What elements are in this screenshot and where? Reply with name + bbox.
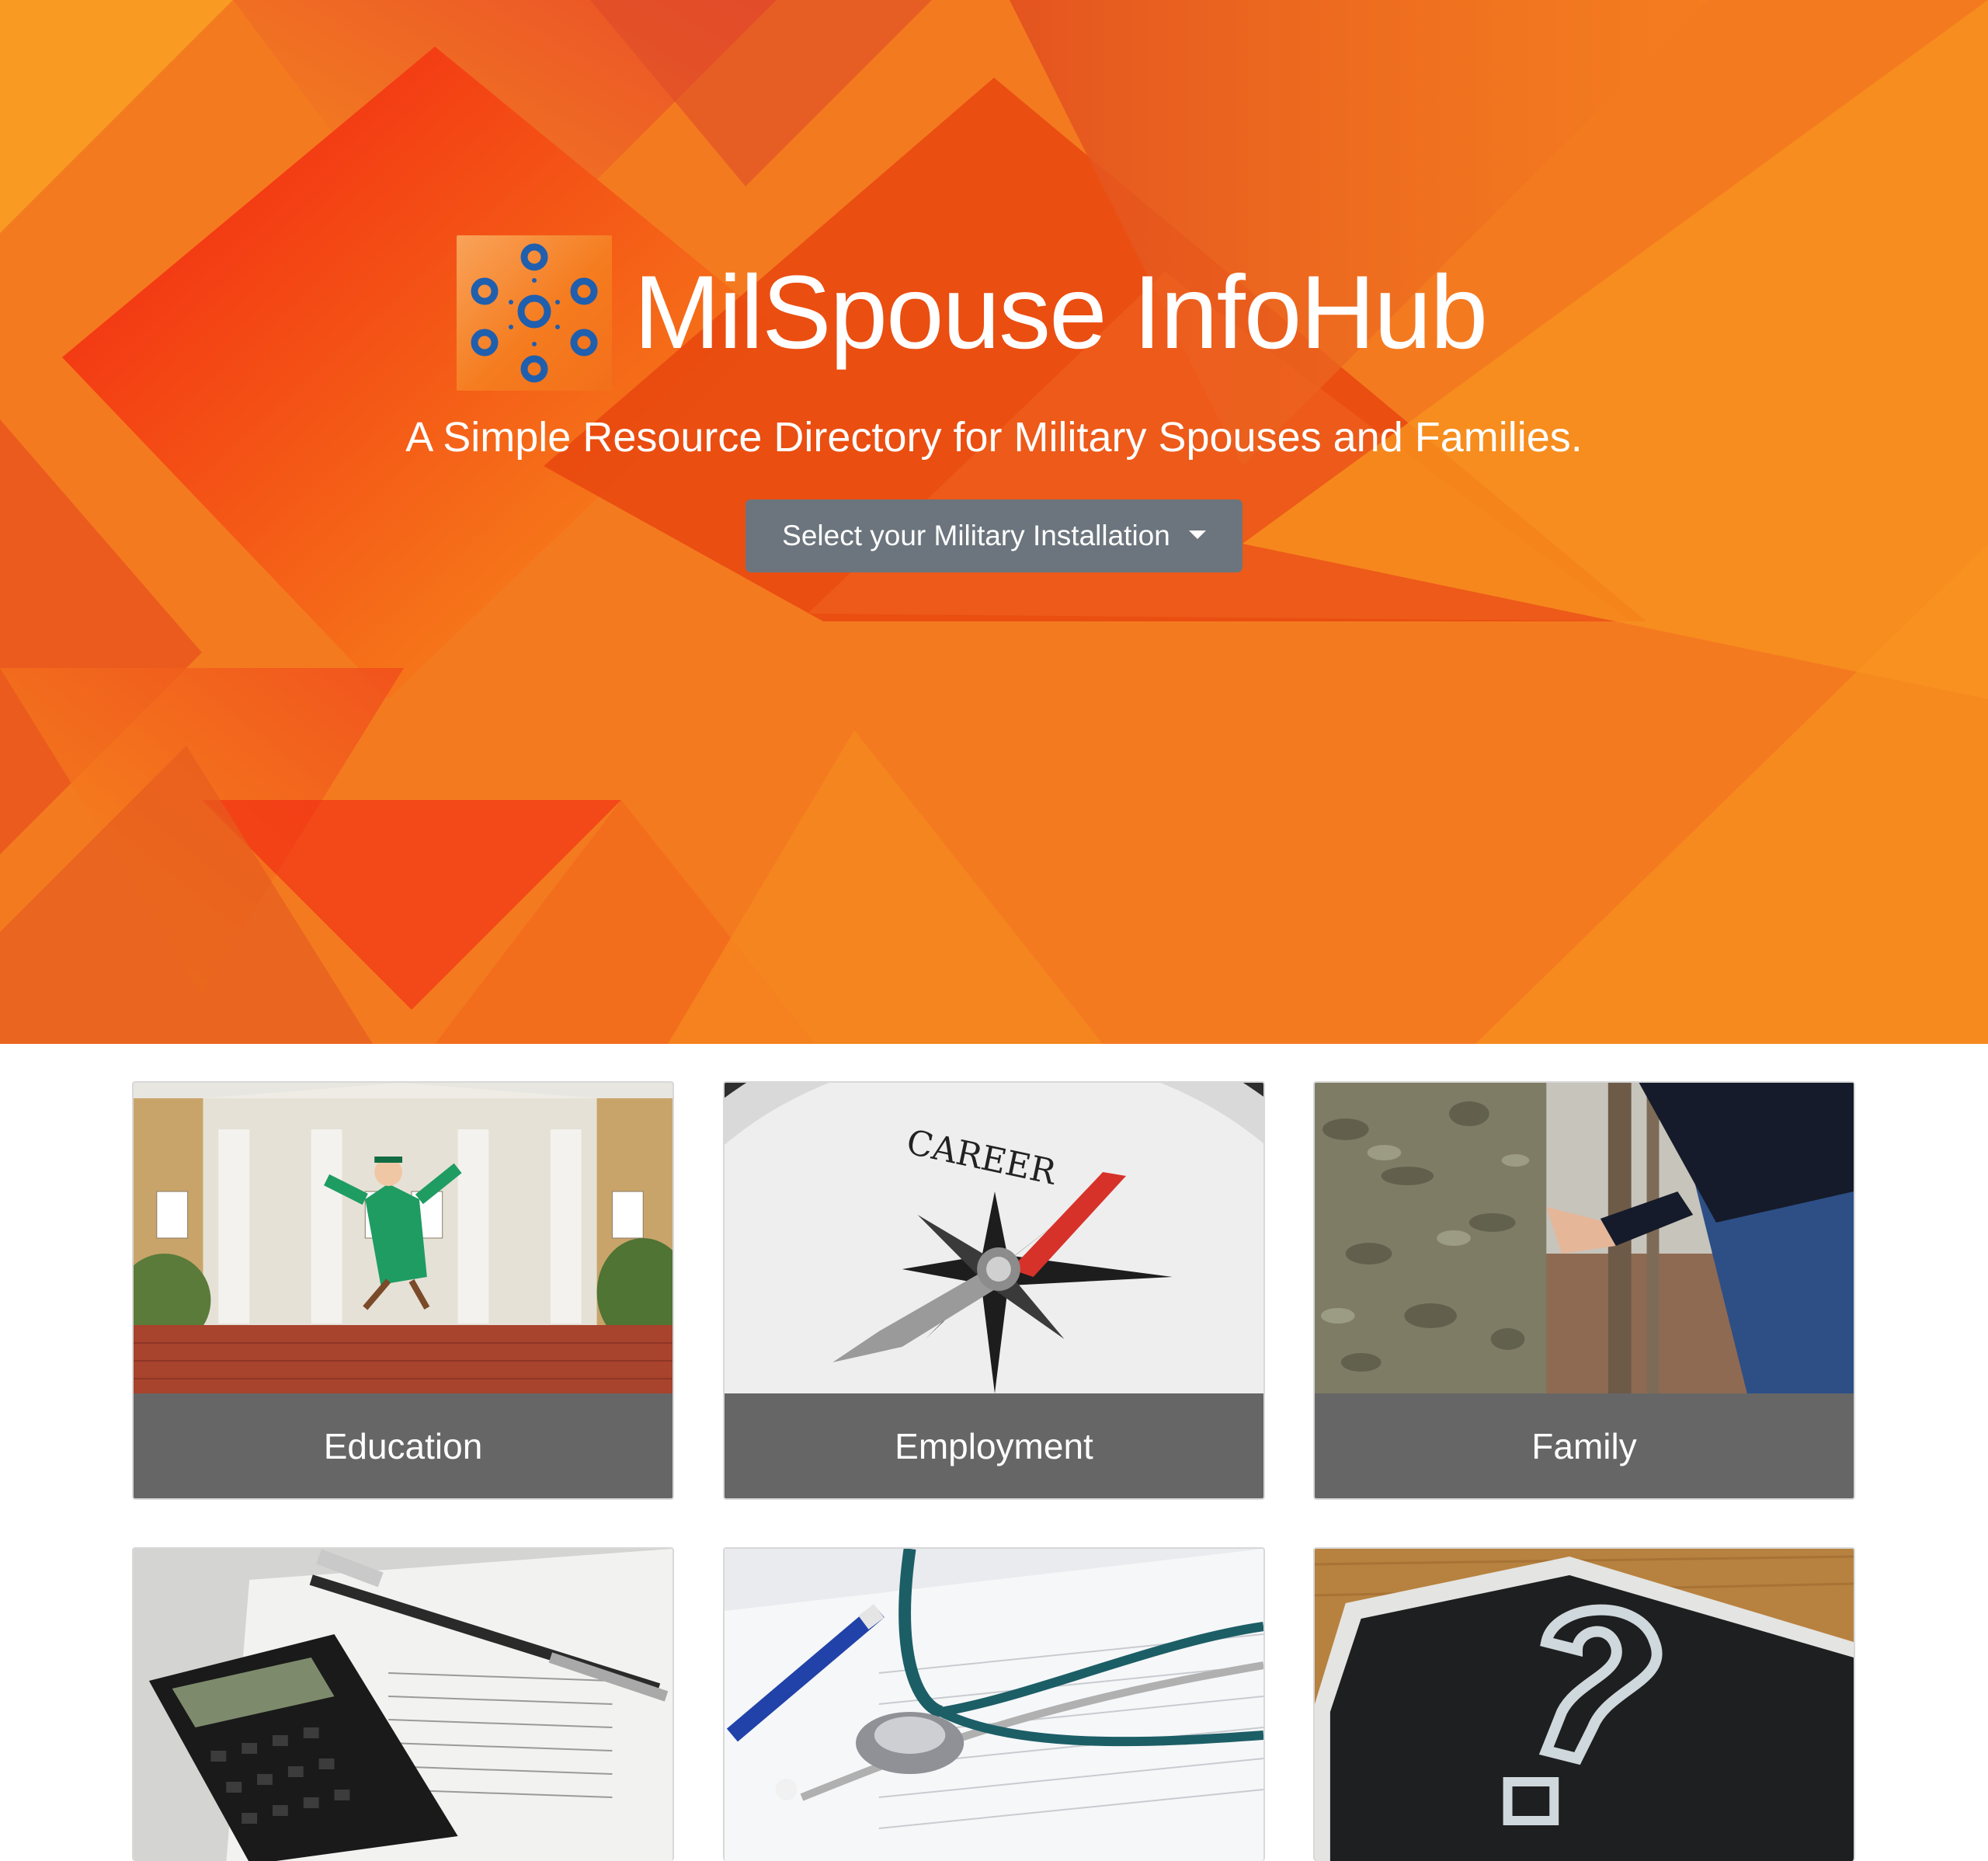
category-label: Family	[1315, 1393, 1854, 1498]
brand: MilSpouse InfoHub	[457, 235, 1488, 391]
category-card-other[interactable]	[1313, 1547, 1855, 1861]
category-card-health[interactable]	[723, 1547, 1265, 1861]
category-card-education[interactable]: Education	[132, 1081, 674, 1500]
installation-dropdown-label: Select your Military Installation	[782, 520, 1170, 551]
category-card-finance[interactable]	[132, 1547, 674, 1861]
category-card-employment[interactable]: CAREER Employment	[723, 1081, 1265, 1500]
network-nodes-icon	[471, 243, 598, 383]
category-label: Education	[134, 1393, 673, 1498]
infohub-logo-icon	[457, 235, 612, 391]
caret-down-icon	[1188, 530, 1206, 539]
category-card-family[interactable]: Family	[1313, 1081, 1855, 1500]
question-mark-chalkboard-photo	[1315, 1549, 1854, 1861]
hero-banner: MilSpouse InfoHub A Simple Resource Dire…	[0, 0, 1988, 1044]
site-tagline: A Simple Resource Directory for Military…	[405, 414, 1583, 461]
career-compass-photo: CAREER	[725, 1083, 1263, 1393]
stethoscope-health-photo	[725, 1549, 1263, 1861]
site-title: MilSpouse InfoHub	[634, 255, 1488, 370]
calculator-finance-photo	[134, 1549, 673, 1861]
installation-dropdown-button[interactable]: Select your Military Installation	[746, 499, 1242, 572]
category-label: Employment	[725, 1393, 1263, 1498]
holding-hands-photo	[1315, 1083, 1854, 1393]
graduate-jumping-photo	[134, 1083, 673, 1393]
